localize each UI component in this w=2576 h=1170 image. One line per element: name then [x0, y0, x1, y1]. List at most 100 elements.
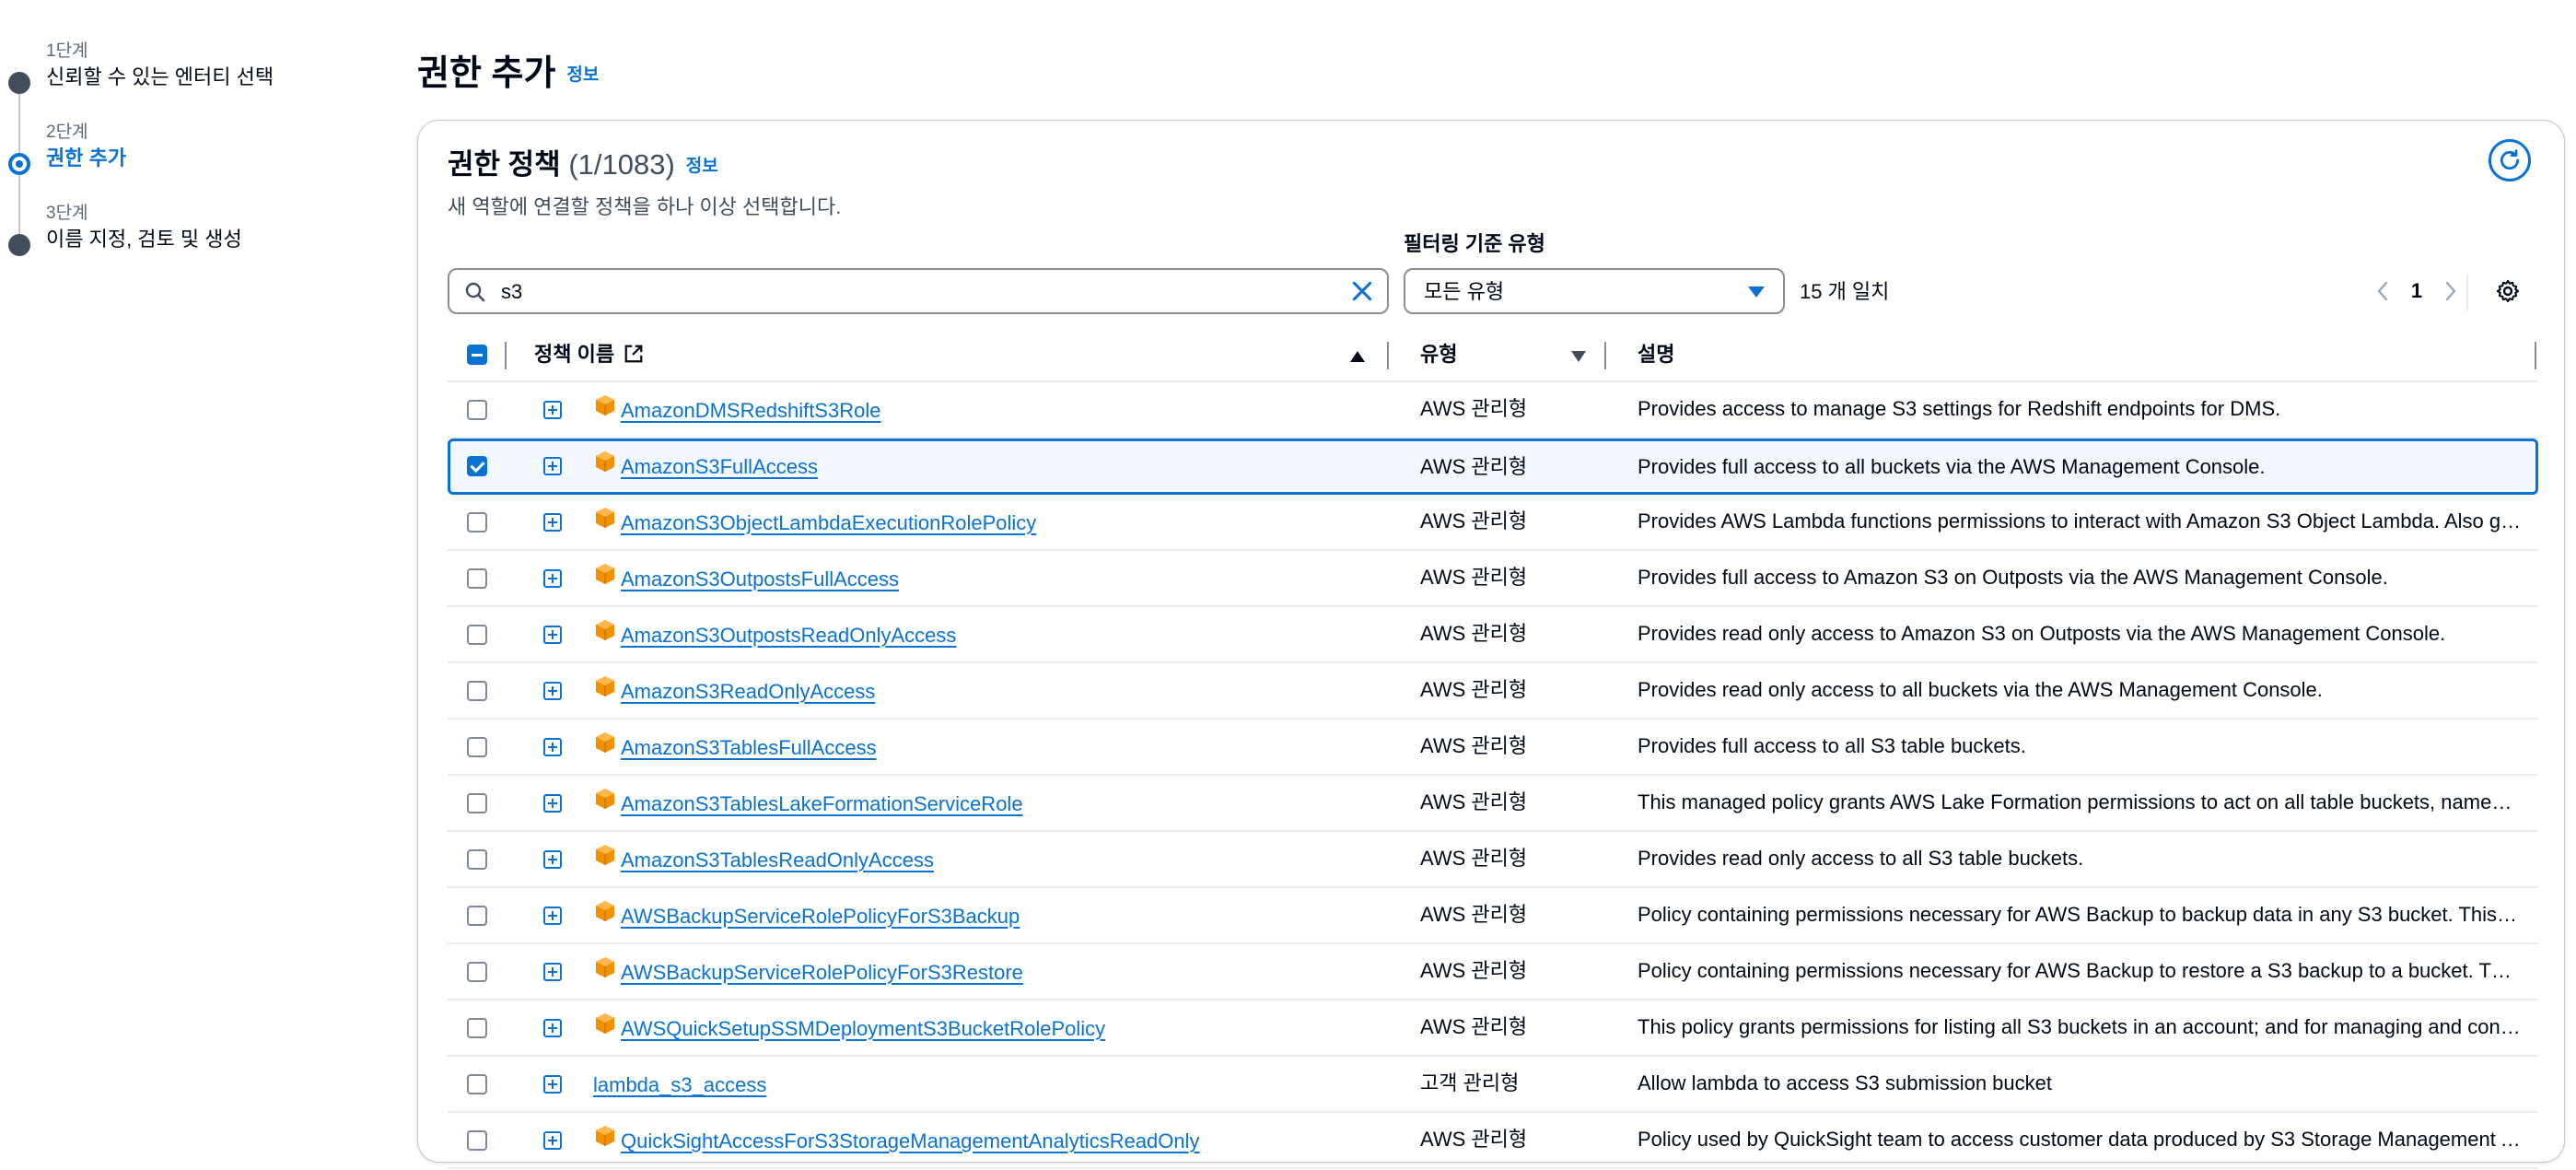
expand-row-icon[interactable] — [543, 626, 562, 644]
policy-name-link[interactable]: AmazonS3TablesFullAccess — [621, 720, 877, 773]
expand-row-icon[interactable] — [543, 513, 562, 532]
panel-info-link[interactable]: 정보 — [686, 157, 718, 176]
policy-name-link[interactable]: AWSBackupServiceRolePolicyForS3Backup — [621, 888, 1020, 942]
table-row[interactable]: AmazonS3ObjectLambdaExecutionRolePolicy … — [448, 495, 2538, 551]
table-row[interactable]: AmazonS3TablesFullAccess AWS 관리형 Provide… — [448, 720, 2538, 776]
column-divider — [1387, 342, 1389, 369]
aws-managed-icon — [596, 957, 614, 977]
policy-name-link[interactable]: AmazonS3TablesReadOnlyAccess — [621, 832, 934, 885]
expand-row-icon[interactable] — [543, 401, 562, 419]
previous-page-button[interactable] — [2369, 275, 2396, 307]
table-row[interactable]: AmazonS3TablesLakeFormationServiceRole A… — [448, 776, 2538, 832]
table-header: 정책 이름 유형 설명 — [448, 329, 2538, 382]
panel-description: 새 역할에 연결할 정책을 하나 이상 선택합니다. — [448, 195, 842, 218]
policy-description: Policy containing permissions necessary … — [1638, 959, 2522, 982]
filter-type-select[interactable]: 모든 유형 — [1404, 268, 1785, 314]
expand-row-icon[interactable] — [543, 794, 562, 813]
table-row[interactable]: lambda_s3_access 고객 관리형 Allow lambda to … — [448, 1057, 2538, 1113]
expand-row-icon[interactable] — [543, 1075, 562, 1094]
select-all-checkbox[interactable] — [467, 345, 487, 365]
policy-description: Provides read only access to all buckets… — [1638, 678, 2323, 701]
column-header-description[interactable]: 설명 — [1638, 329, 1674, 380]
sort-descending-icon[interactable] — [1571, 351, 1586, 362]
step-connector — [18, 92, 20, 157]
column-header-policy-name[interactable]: 정책 이름 — [534, 329, 644, 380]
policy-name-link[interactable]: AmazonS3ReadOnlyAccess — [621, 663, 875, 717]
row-checkbox[interactable] — [467, 400, 487, 420]
expand-row-icon[interactable] — [543, 569, 562, 588]
table-settings-button[interactable] — [2492, 275, 2524, 307]
row-checkbox[interactable] — [467, 456, 487, 476]
policy-type: AWS 관리형 — [1420, 622, 1528, 645]
policy-description: Provides full access to all S3 table buc… — [1638, 734, 2026, 757]
table-row[interactable]: AWSBackupServiceRolePolicyForS3Restore A… — [448, 944, 2538, 1000]
table-row[interactable]: AmazonS3TablesReadOnlyAccess AWS 관리형 Pro… — [448, 832, 2538, 888]
table-row[interactable]: QuickSightAccessForS3StorageManagementAn… — [448, 1113, 2538, 1169]
policy-name-link[interactable]: AmazonS3TablesLakeFormationServiceRole — [621, 776, 1023, 829]
policy-type: AWS 관리형 — [1420, 566, 1528, 589]
aws-managed-icon — [596, 789, 614, 809]
next-page-button[interactable] — [2437, 275, 2465, 307]
row-checkbox[interactable] — [467, 737, 487, 757]
expand-row-icon[interactable] — [543, 907, 562, 925]
chevron-right-icon — [2445, 281, 2456, 301]
current-page-number[interactable]: 1 — [2396, 279, 2437, 303]
policy-name-link[interactable]: QuickSightAccessForS3StorageManagementAn… — [621, 1113, 1200, 1166]
panel-title-text: 권한 정책 — [448, 148, 561, 181]
row-checkbox[interactable] — [467, 962, 487, 982]
policy-name-link[interactable]: AmazonDMSRedshiftS3Role — [621, 382, 880, 436]
step-2-label: 권한 추가 — [46, 146, 127, 170]
table-row[interactable]: AmazonS3OutpostsFullAccess AWS 관리형 Provi… — [448, 551, 2538, 607]
table-row[interactable]: AWSBackupServiceRolePolicyForS3Backup AW… — [448, 888, 2538, 944]
policy-description: Provides access to manage S3 settings fo… — [1638, 397, 2281, 420]
expand-row-icon[interactable] — [543, 1131, 562, 1150]
search-input[interactable] — [499, 277, 1313, 307]
table-row-selected[interactable]: AmazonS3FullAccess AWS 관리형 Provides full… — [448, 439, 2538, 495]
row-checkbox[interactable] — [467, 849, 487, 870]
policy-name-link[interactable]: AmazonS3ObjectLambdaExecutionRolePolicy — [621, 495, 1036, 548]
external-link-icon — [624, 345, 643, 363]
expand-row-icon[interactable] — [543, 457, 562, 475]
policy-type: AWS 관리형 — [1420, 1015, 1528, 1038]
step-connector — [18, 175, 20, 236]
policy-description: Provides full access to Amazon S3 on Out… — [1638, 566, 2388, 589]
expand-row-icon[interactable] — [543, 1019, 562, 1037]
expand-row-icon[interactable] — [543, 738, 562, 756]
row-checkbox[interactable] — [467, 1018, 487, 1038]
table-row[interactable]: AmazonDMSRedshiftS3Role AWS 관리형 Provides… — [448, 382, 2538, 439]
row-checkbox[interactable] — [467, 568, 487, 589]
policy-name-link[interactable]: lambda_s3_access — [593, 1057, 766, 1110]
policy-description: Policy containing permissions necessary … — [1638, 903, 2522, 926]
expand-row-icon[interactable] — [543, 850, 562, 869]
row-checkbox[interactable] — [467, 681, 487, 701]
table-row[interactable]: AmazonS3OutpostsReadOnlyAccess AWS 관리형 P… — [448, 607, 2538, 663]
expand-row-icon[interactable] — [543, 963, 562, 981]
table-row[interactable]: AmazonS3ReadOnlyAccess AWS 관리형 Provides … — [448, 663, 2538, 720]
page-info-link[interactable]: 정보 — [566, 65, 599, 85]
row-checkbox[interactable] — [467, 906, 487, 926]
refresh-button[interactable] — [2489, 139, 2531, 181]
clear-search-icon[interactable] — [1350, 279, 1374, 303]
policy-name-link[interactable]: AWSBackupServiceRolePolicyForS3Restore — [621, 944, 1023, 998]
column-divider — [505, 342, 507, 369]
aws-managed-icon — [596, 564, 614, 584]
policy-type: AWS 관리형 — [1420, 790, 1528, 813]
expand-row-icon[interactable] — [543, 682, 562, 700]
policy-name-link[interactable]: AmazonS3FullAccess — [621, 441, 818, 492]
policy-name-link[interactable]: AWSQuickSetupSSMDeploymentS3BucketRolePo… — [621, 1000, 1105, 1054]
step-1-label[interactable]: 신뢰할 수 있는 엔터티 선택 — [46, 63, 274, 92]
column-header-type[interactable]: 유형 — [1420, 329, 1457, 380]
policy-type: AWS 관리형 — [1420, 1128, 1528, 1151]
row-checkbox[interactable] — [467, 793, 487, 813]
table-row[interactable]: AWSQuickSetupSSMDeploymentS3BucketRolePo… — [448, 1000, 2538, 1057]
row-checkbox[interactable] — [467, 625, 487, 645]
policy-type: 고객 관리형 — [1420, 1071, 1520, 1094]
policy-description: This policy grants permissions for listi… — [1638, 1015, 2522, 1038]
row-checkbox[interactable] — [467, 1130, 487, 1151]
policy-name-link[interactable]: AmazonS3OutpostsReadOnlyAccess — [621, 607, 956, 661]
row-checkbox[interactable] — [467, 1074, 487, 1094]
row-checkbox[interactable] — [467, 512, 487, 532]
step-2: 2단계 권한 추가 — [46, 122, 126, 173]
sort-ascending-icon[interactable] — [1350, 351, 1365, 362]
policy-name-link[interactable]: AmazonS3OutpostsFullAccess — [621, 551, 899, 604]
